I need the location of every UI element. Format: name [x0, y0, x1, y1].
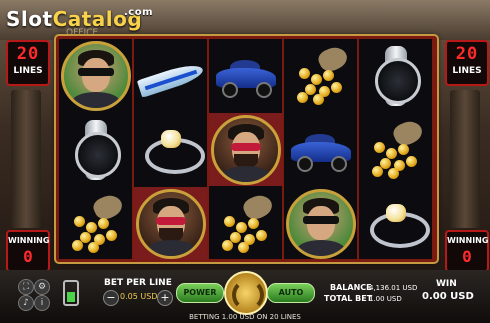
site-logo: SlotCatalog .com	[6, 7, 153, 31]
symbol-sports-car	[209, 39, 282, 112]
winning-indicator-left: WINNING 0	[6, 230, 50, 272]
symbol-watch	[59, 113, 132, 186]
spin-button[interactable]	[224, 271, 268, 315]
reel-2	[134, 39, 207, 260]
right-side-panel: 20 LINES WINNING 0	[442, 40, 489, 290]
gold-coins-icon	[366, 116, 426, 180]
gold-coins-icon	[216, 190, 276, 254]
settings-icon[interactable]: ⚙	[34, 279, 50, 295]
masked-man-portrait-icon	[60, 40, 131, 111]
logo-part-slot: Slot	[6, 7, 53, 31]
sports-car-icon	[289, 132, 353, 172]
winning-value-right: 0	[462, 247, 472, 266]
left-side-panel: 20 LINES WINNING 0	[3, 40, 50, 290]
gold-coins-icon	[291, 42, 351, 106]
diamond-ring-icon	[141, 128, 205, 174]
reel-1	[59, 39, 132, 259]
left-pillar	[11, 90, 41, 228]
watch-icon	[371, 45, 421, 106]
lines-indicator-left: 20 LINES	[6, 40, 50, 86]
total-bet-value: 1.00 USD	[369, 295, 402, 303]
watch-icon	[71, 119, 121, 180]
auto-button[interactable]: AUTO	[267, 283, 315, 303]
spin-arrows-icon	[232, 279, 264, 311]
symbol-gold-coins	[59, 187, 132, 260]
battery-icon	[63, 280, 79, 306]
masked-man-portrait-icon	[285, 188, 356, 259]
total-bet-label: TOTAL BET	[324, 294, 373, 303]
winning-indicator-right: WINNING 0	[445, 230, 489, 272]
bearded-man-portrait-icon	[210, 114, 281, 185]
bet-increase-button[interactable]: +	[157, 290, 173, 306]
lines-indicator-right: 20 LINES	[445, 40, 489, 86]
symbol-sports-car	[284, 113, 357, 186]
symbol-watch	[359, 39, 432, 112]
win-label: WIN	[436, 279, 457, 289]
bearded-man-portrait-icon	[135, 188, 206, 259]
bet-per-line-label: BET PER LINE	[104, 278, 172, 288]
symbol-gold-coins	[284, 39, 357, 112]
symbol-gold-coins	[359, 113, 432, 186]
lines-value-right: 20	[455, 44, 479, 64]
sound-icon[interactable]: ♪	[18, 295, 34, 311]
reel-5	[359, 39, 432, 259]
sports-car-icon	[214, 58, 278, 98]
winning-label-right: WINNING	[447, 236, 489, 245]
reel-3	[209, 39, 282, 259]
win-value: 0.00 USD	[422, 291, 474, 302]
reel-4	[284, 39, 357, 259]
bet-per-line-value: 0.05 USD	[120, 292, 158, 301]
diamond-ring-icon	[366, 202, 430, 248]
symbol-diamond-ring	[359, 187, 432, 260]
fullscreen-icon[interactable]: ⛶	[18, 279, 34, 295]
symbol-masked-man	[59, 39, 132, 112]
game-screen: SlotCatalog .com OFFICE 20 LINES WINNING…	[0, 0, 490, 323]
lines-value-left: 20	[16, 44, 40, 64]
symbol-gold-coins	[209, 187, 282, 260]
speedboat-icon	[136, 56, 205, 98]
info-icon[interactable]: i	[34, 295, 50, 311]
winning-value-left: 0	[23, 247, 33, 266]
symbol-bearded-man	[209, 113, 282, 186]
power-button[interactable]: POWER	[176, 283, 224, 303]
balance-label: BALANCE	[330, 283, 372, 292]
right-pillar	[450, 90, 480, 228]
symbol-speedboat	[134, 39, 207, 112]
symbol-diamond-ring	[134, 113, 207, 186]
symbol-bearded-man	[134, 187, 207, 260]
symbol-masked-man	[284, 187, 357, 260]
betting-status-text: BETTING 1.00 USD ON 20 LINES	[189, 313, 301, 321]
balance-value: 4,136.01 USD	[369, 284, 418, 292]
bet-decrease-button[interactable]: −	[103, 290, 119, 306]
gold-coins-icon	[66, 190, 126, 254]
logo-suffix: .com	[124, 7, 154, 18]
winning-label-left: WINNING	[8, 236, 50, 245]
lines-label-left: LINES	[13, 66, 43, 76]
reels-area	[56, 36, 437, 262]
lines-label-right: LINES	[452, 66, 482, 76]
